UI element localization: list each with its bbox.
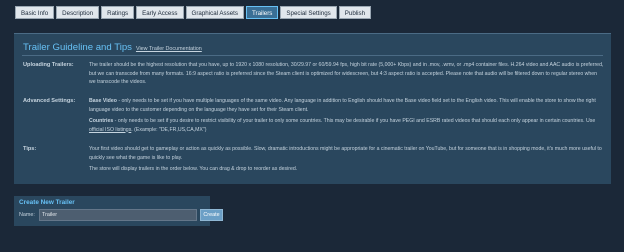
- guideline-header: Trailer Guideline and Tips View Trailer …: [23, 42, 202, 53]
- base-video-paragraph: Base Video - only needs to be set if you…: [89, 97, 604, 114]
- advanced-settings-text: Base Video - only needs to be set if you…: [89, 97, 604, 137]
- iso-listings-link[interactable]: official ISO listings: [89, 127, 131, 133]
- divider: [22, 55, 603, 56]
- base-video-text: - only needs to be set if you have multi…: [89, 98, 596, 113]
- advanced-settings-label: Advanced Settings:: [23, 98, 76, 104]
- countries-paragraph: Countries - only needs to be set if you …: [89, 117, 604, 134]
- tips-paragraph-2: The store will display trailers in the o…: [89, 166, 298, 172]
- guideline-panel: Trailer Guideline and Tips View Trailer …: [14, 33, 611, 184]
- tips-label: Tips:: [23, 146, 37, 152]
- countries-text: - only needs to be set if you desire to …: [113, 118, 596, 124]
- name-label: Name:: [19, 212, 35, 218]
- trailer-name-input[interactable]: [39, 209, 197, 221]
- tab-publish[interactable]: Publish: [338, 6, 372, 19]
- tab-basic-info[interactable]: Basic Info: [15, 6, 55, 19]
- countries-example: . (Example: "DE,FR,US,CA,MX"): [131, 126, 207, 133]
- base-video-title: Base Video: [89, 98, 117, 104]
- tips-text: Your first video should get to gameplay …: [89, 145, 604, 177]
- page-title: Trailer Guideline and Tips: [23, 42, 132, 53]
- uploading-trailers-paragraph: The trailer should be the highest resolu…: [89, 62, 604, 85]
- tab-bar: Basic Info Description Ratings Early Acc…: [15, 6, 372, 19]
- tips-paragraph-1: Your first video should get to gameplay …: [89, 146, 602, 161]
- tab-early-access[interactable]: Early Access: [136, 6, 184, 19]
- tab-graphical-assets[interactable]: Graphical Assets: [185, 6, 244, 19]
- uploading-trailers-text: The trailer should be the highest resolu…: [89, 61, 604, 90]
- uploading-trailers-label: Uploading Trailers:: [23, 62, 74, 68]
- tab-trailers[interactable]: Trailers: [245, 6, 279, 19]
- tab-special-settings[interactable]: Special Settings: [280, 6, 337, 19]
- tab-description[interactable]: Description: [56, 6, 100, 19]
- create-trailer-title: Create New Trailer: [19, 199, 75, 206]
- tab-ratings[interactable]: Ratings: [101, 6, 135, 19]
- view-documentation-link[interactable]: View Trailer Documentation: [136, 46, 202, 52]
- create-trailer-box: Create New Trailer Name: Create: [14, 196, 223, 226]
- create-button[interactable]: Create: [200, 209, 223, 221]
- countries-title: Countries: [89, 118, 114, 124]
